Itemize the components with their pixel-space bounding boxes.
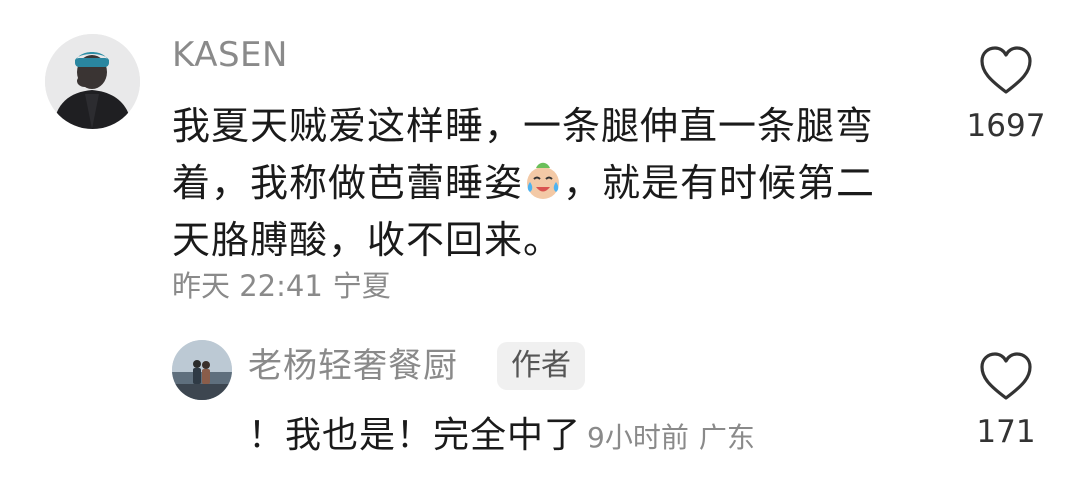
comment-username[interactable]: KASEN xyxy=(172,34,288,76)
comment-item: KASEN 我夏天贼爱这样睡，一条腿伸直一条腿弯着，我称做芭蕾睡姿 ，就是有时候… xyxy=(0,0,1079,320)
user-avatar-icon xyxy=(45,34,140,129)
crying-laughing-emoji-icon xyxy=(521,158,565,202)
comment-time: 昨天 22:41 xyxy=(172,269,323,303)
comment-meta: 昨天 22:41 宁夏 xyxy=(172,267,391,305)
comment-location: 宁夏 xyxy=(332,269,391,303)
reply-item: 老杨轻奢餐厨 作者 ！我也是！完全中了 9小时前 广东 171 xyxy=(0,330,1079,485)
reply-time: 9小时前 xyxy=(587,421,689,454)
heart-outline-icon[interactable] xyxy=(978,350,1034,402)
reply-text: ！我也是！完全中了 xyxy=(248,415,582,456)
avatar[interactable] xyxy=(45,34,140,129)
reply-like-button[interactable]: 171 xyxy=(951,350,1061,450)
like-count: 1697 xyxy=(966,108,1046,144)
reply-avatar[interactable] xyxy=(172,340,232,400)
reply-meta: 9小时前 广东 xyxy=(587,421,755,454)
comment-text: 我夏天贼爱这样睡，一条腿伸直一条腿弯着，我称做芭蕾睡姿 ，就是有时候第二天胳膊酸… xyxy=(172,98,912,269)
reply-content: ！我也是！完全中了 9小时前 广东 xyxy=(248,412,755,462)
user-avatar-icon xyxy=(172,340,232,400)
reply-like-count: 171 xyxy=(976,414,1036,450)
reply-location: 广东 xyxy=(698,421,755,454)
author-badge: 作者 xyxy=(497,342,585,390)
heart-outline-icon[interactable] xyxy=(978,44,1034,96)
reply-username[interactable]: 老杨轻奢餐厨 xyxy=(248,344,458,388)
like-button[interactable]: 1697 xyxy=(951,44,1061,144)
